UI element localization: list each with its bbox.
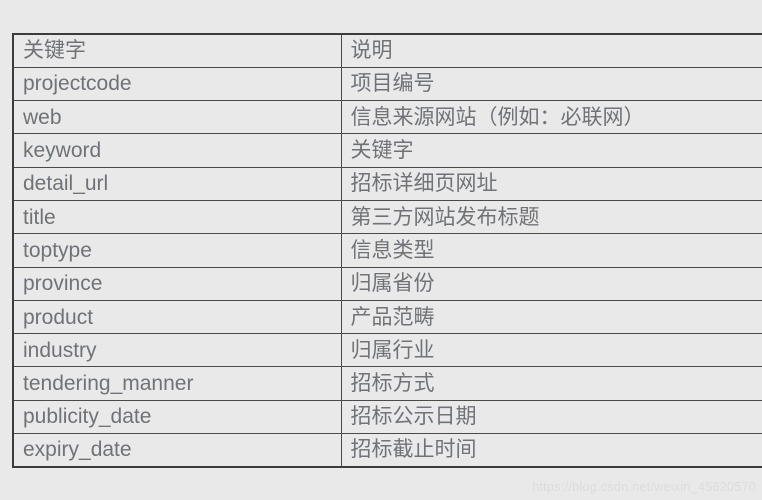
cell-description: 招标方式 <box>340 366 762 401</box>
csdn-watermark: https://blog.csdn.net/weixin_45620570 <box>532 480 756 494</box>
cell-description-text: 招标方式 <box>350 371 435 396</box>
cell-description-text: 项目编号 <box>350 71 435 96</box>
cell-keyword: web <box>12 100 342 135</box>
cell-description-text: 产品范畴 <box>350 304 435 329</box>
column-header-keyword-label: 关键字 <box>23 38 86 63</box>
cell-description: 信息类型 <box>340 233 762 268</box>
cell-keyword-text: province <box>23 272 103 296</box>
cell-description: 招标公示日期 <box>340 399 762 435</box>
cell-description-text: 招标详细页网址 <box>350 171 498 196</box>
cell-description: 归属省份 <box>340 266 762 301</box>
cell-keyword: projectcode <box>12 66 342 102</box>
cell-description: 信息来源网站（例如：必联网） <box>340 100 762 135</box>
cell-keyword-text: product <box>23 305 94 329</box>
screenshot-canvas: 关键字 说明 projectcode 项目编号 web 信息来源网站（例如：必联… <box>0 0 762 500</box>
table-row: toptype 信息类型 <box>12 233 762 268</box>
column-header-description: 说明 <box>340 32 762 68</box>
cell-keyword: tendering_manner <box>12 366 342 401</box>
table-row: projectcode 项目编号 <box>12 66 762 102</box>
cell-keyword: title <box>12 199 342 235</box>
column-header-description-label: 说明 <box>350 38 393 63</box>
table-row: keyword 关键字 <box>12 133 762 168</box>
cell-keyword-text: projectcode <box>23 72 132 96</box>
cell-keyword-text: keyword <box>23 139 102 163</box>
cell-description: 关键字 <box>340 133 762 168</box>
table-row: tendering_manner 招标方式 <box>12 366 762 401</box>
cell-keyword-text: detail_url <box>23 172 109 196</box>
cell-description-text: 归属省份 <box>350 271 435 296</box>
table-row: expiry_date 招标截止时间 <box>12 433 762 468</box>
cell-description: 招标详细页网址 <box>340 166 762 201</box>
table-row: web 信息来源网站（例如：必联网） <box>12 100 762 135</box>
cell-description: 项目编号 <box>340 66 762 102</box>
cell-keyword: province <box>12 266 342 301</box>
cell-description-text: 招标公示日期 <box>350 404 477 429</box>
cell-keyword-text: tendering_manner <box>23 372 194 396</box>
cell-description-text: 归属行业 <box>350 337 435 362</box>
cell-keyword: product <box>12 299 342 335</box>
field-specification-table: 关键字 说明 projectcode 项目编号 web 信息来源网站（例如：必联… <box>12 32 762 468</box>
table-body: 关键字 说明 projectcode 项目编号 web 信息来源网站（例如：必联… <box>12 32 762 468</box>
cell-keyword-text: publicity_date <box>23 405 152 429</box>
cell-keyword: toptype <box>12 233 342 268</box>
table-header-row: 关键字 说明 <box>12 32 762 68</box>
cell-description-text: 第三方网站发布标题 <box>350 204 540 229</box>
cell-description: 第三方网站发布标题 <box>340 199 762 235</box>
cell-description-text: 信息类型 <box>350 237 435 262</box>
cell-description-text: 信息来源网站（例如：必联网） <box>350 104 645 129</box>
table-row: detail_url 招标详细页网址 <box>12 166 762 201</box>
cell-keyword-text: toptype <box>23 238 92 262</box>
cell-description-text: 关键字 <box>350 138 414 163</box>
table-row: title 第三方网站发布标题 <box>12 199 762 235</box>
cell-keyword-text: industry <box>23 338 97 362</box>
table-row: publicity_date 招标公示日期 <box>12 399 762 435</box>
cell-description: 归属行业 <box>340 333 762 368</box>
table-row: product 产品范畴 <box>12 299 762 335</box>
cell-keyword-text: title <box>23 205 56 229</box>
cell-keyword: industry <box>12 333 342 368</box>
table-row: province 归属省份 <box>12 266 762 301</box>
cell-keyword: detail_url <box>12 166 342 201</box>
cell-keyword: publicity_date <box>12 399 342 435</box>
cell-keyword-text: expiry_date <box>23 438 132 462</box>
cell-keyword: expiry_date <box>12 433 342 468</box>
cell-description: 招标截止时间 <box>340 433 762 468</box>
cell-keyword: keyword <box>12 133 342 168</box>
cell-description: 产品范畴 <box>340 299 762 335</box>
table-row: industry 归属行业 <box>12 333 762 368</box>
cell-keyword-text: web <box>23 105 62 129</box>
column-header-keyword: 关键字 <box>12 32 342 68</box>
cell-description-text: 招标截止时间 <box>350 437 477 462</box>
